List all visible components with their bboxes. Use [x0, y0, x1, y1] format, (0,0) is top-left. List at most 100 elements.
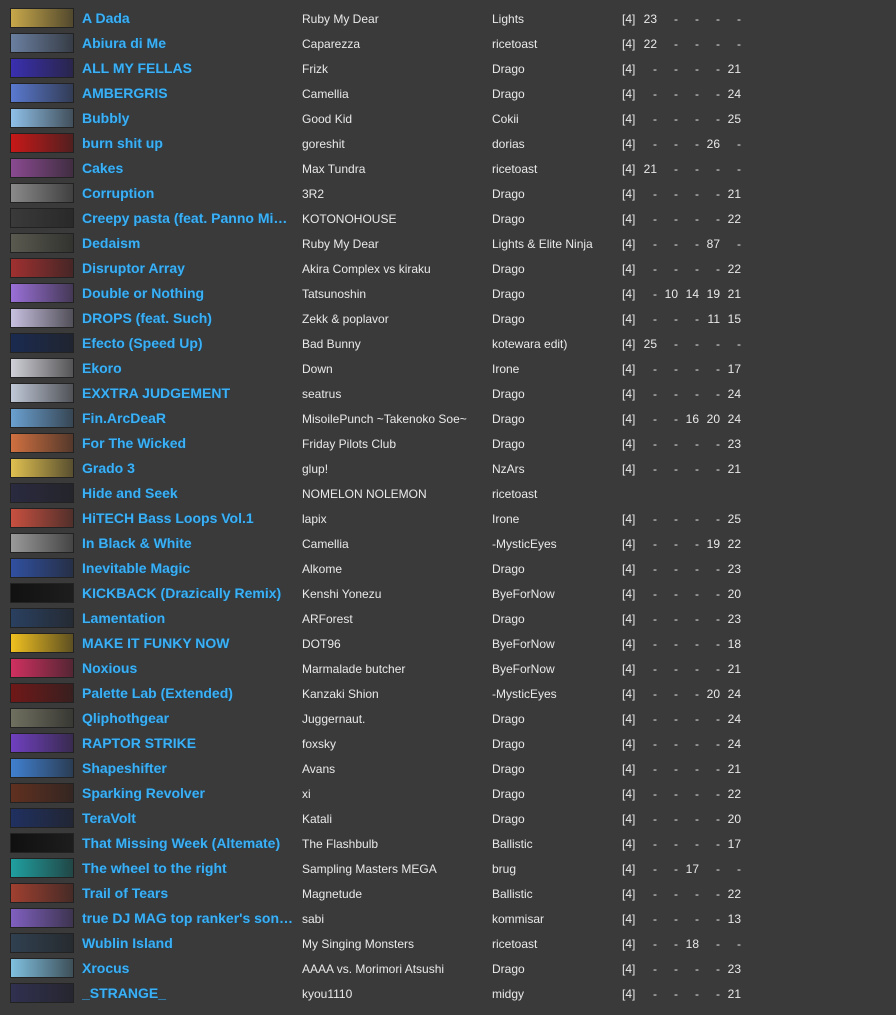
- song-row[interactable]: Dedaism Ruby My Dear Lights & Elite Ninj…: [0, 231, 896, 256]
- song-title-link[interactable]: Abiura di Me: [82, 35, 294, 51]
- song-title-link[interactable]: true DJ MAG top ranker's song Zenpen: [82, 910, 294, 926]
- song-row[interactable]: Sparking Revolver xi Drago [4] - - - - 2…: [0, 781, 896, 806]
- song-row[interactable]: Bubbly Good Kid Cokii [4] - - - - 25: [0, 106, 896, 131]
- song-row[interactable]: Corruption 3R2 Drago [4] - - - - 21: [0, 181, 896, 206]
- song-banner-image[interactable]: [10, 783, 74, 803]
- song-row[interactable]: Double or Nothing Tatsunoshin Drago [4] …: [0, 281, 896, 306]
- song-banner-image[interactable]: [10, 183, 74, 203]
- song-row[interactable]: RAPTOR STRIKE foxsky Drago [4] - - - - 2…: [0, 731, 896, 756]
- song-banner-image[interactable]: [10, 883, 74, 903]
- song-title-link[interactable]: In Black & White: [82, 535, 294, 551]
- song-row[interactable]: Disruptor Array Akira Complex vs kiraku …: [0, 256, 896, 281]
- song-row[interactable]: KICKBACK (Drazically Remix) Kenshi Yonez…: [0, 581, 896, 606]
- song-row[interactable]: Palette Lab (Extended) Kanzaki Shion -My…: [0, 681, 896, 706]
- song-banner-image[interactable]: [10, 608, 74, 628]
- song-banner-image[interactable]: [10, 383, 74, 403]
- song-title-link[interactable]: Wublin Island: [82, 935, 294, 951]
- song-banner-image[interactable]: [10, 133, 74, 153]
- song-row[interactable]: Inevitable Magic Alkome Drago [4] - - - …: [0, 556, 896, 581]
- song-row[interactable]: That Missing Week (Altemate) The Flashbu…: [0, 831, 896, 856]
- song-title-link[interactable]: Hide and Seek: [82, 485, 294, 501]
- song-row[interactable]: Fin.ArcDeaR MisoilePunch ~Takenoko Soe~ …: [0, 406, 896, 431]
- song-banner-image[interactable]: [10, 283, 74, 303]
- song-banner-image[interactable]: [10, 208, 74, 228]
- song-banner-image[interactable]: [10, 958, 74, 978]
- song-row[interactable]: Grado 3 glup! NzArs [4] - - - - 21: [0, 456, 896, 481]
- song-banner-image[interactable]: [10, 908, 74, 928]
- song-title-link[interactable]: EXXTRA JUDGEMENT: [82, 385, 294, 401]
- song-banner-image[interactable]: [10, 833, 74, 853]
- song-title-link[interactable]: HiTECH Bass Loops Vol.1: [82, 510, 294, 526]
- song-title-link[interactable]: Noxious: [82, 660, 294, 676]
- song-title-link[interactable]: The wheel to the right: [82, 860, 294, 876]
- song-banner-image[interactable]: [10, 258, 74, 278]
- song-title-link[interactable]: KICKBACK (Drazically Remix): [82, 585, 294, 601]
- song-title-link[interactable]: Bubbly: [82, 110, 294, 126]
- song-banner-image[interactable]: [10, 758, 74, 778]
- song-banner-image[interactable]: [10, 308, 74, 328]
- song-title-link[interactable]: Xrocus: [82, 960, 294, 976]
- song-banner-image[interactable]: [10, 583, 74, 603]
- song-row[interactable]: Creepy pasta (feat. Panno Mimi) KOTONOHO…: [0, 206, 896, 231]
- song-title-link[interactable]: Lamentation: [82, 610, 294, 626]
- song-title-link[interactable]: RAPTOR STRIKE: [82, 735, 294, 751]
- song-title-link[interactable]: Double or Nothing: [82, 285, 294, 301]
- song-row[interactable]: Ekoro Down Irone [4] - - - - 17: [0, 356, 896, 381]
- song-title-link[interactable]: Creepy pasta (feat. Panno Mimi): [82, 210, 294, 226]
- song-banner-image[interactable]: [10, 858, 74, 878]
- song-banner-image[interactable]: [10, 433, 74, 453]
- song-banner-image[interactable]: [10, 83, 74, 103]
- song-title-link[interactable]: Inevitable Magic: [82, 560, 294, 576]
- song-banner-image[interactable]: [10, 33, 74, 53]
- song-title-link[interactable]: Sparking Revolver: [82, 785, 294, 801]
- song-row[interactable]: Noxious Marmalade butcher ByeForNow [4] …: [0, 656, 896, 681]
- song-banner-image[interactable]: [10, 683, 74, 703]
- song-row[interactable]: Efecto (Speed Up) Bad Bunny kotewara edi…: [0, 331, 896, 356]
- song-row[interactable]: For The Wicked Friday Pilots Club Drago …: [0, 431, 896, 456]
- song-banner-image[interactable]: [10, 108, 74, 128]
- song-row[interactable]: Hide and Seek NOMELON NOLEMON ricetoast: [0, 481, 896, 506]
- song-title-link[interactable]: Grado 3: [82, 460, 294, 476]
- song-title-link[interactable]: burn shit up: [82, 135, 294, 151]
- song-title-link[interactable]: Qliphothgear: [82, 710, 294, 726]
- song-title-link[interactable]: DROPS (feat. Such): [82, 310, 294, 326]
- song-title-link[interactable]: TeraVolt: [82, 810, 294, 826]
- song-banner-image[interactable]: [10, 633, 74, 653]
- song-title-link[interactable]: Dedaism: [82, 235, 294, 251]
- song-row[interactable]: Trail of Tears Magnetude Ballistic [4] -…: [0, 881, 896, 906]
- song-title-link[interactable]: Corruption: [82, 185, 294, 201]
- song-banner-image[interactable]: [10, 508, 74, 528]
- song-title-link[interactable]: Cakes: [82, 160, 294, 176]
- song-title-link[interactable]: AMBERGRIS: [82, 85, 294, 101]
- song-banner-image[interactable]: [10, 533, 74, 553]
- song-banner-image[interactable]: [10, 733, 74, 753]
- song-row[interactable]: Lamentation ARForest Drago [4] - - - - 2…: [0, 606, 896, 631]
- song-row[interactable]: Qliphothgear Juggernaut. Drago [4] - - -…: [0, 706, 896, 731]
- song-row[interactable]: Xrocus AAAA vs. Morimori Atsushi Drago […: [0, 956, 896, 981]
- song-banner-image[interactable]: [10, 458, 74, 478]
- song-banner-image[interactable]: [10, 233, 74, 253]
- song-row[interactable]: true DJ MAG top ranker's song Zenpen sab…: [0, 906, 896, 931]
- song-title-link[interactable]: A Dada: [82, 10, 294, 26]
- song-row[interactable]: Abiura di Me Caparezza ricetoast [4] 22 …: [0, 31, 896, 56]
- song-banner-image[interactable]: [10, 408, 74, 428]
- song-row[interactable]: MAKE IT FUNKY NOW DOT96 ByeForNow [4] - …: [0, 631, 896, 656]
- song-row[interactable]: DROPS (feat. Such) Zekk & poplavor Drago…: [0, 306, 896, 331]
- song-title-link[interactable]: Efecto (Speed Up): [82, 335, 294, 351]
- song-banner-image[interactable]: [10, 483, 74, 503]
- song-title-link[interactable]: _STRANGE_: [82, 985, 294, 1001]
- song-title-link[interactable]: Shapeshifter: [82, 760, 294, 776]
- song-banner-image[interactable]: [10, 708, 74, 728]
- song-row[interactable]: AMBERGRIS Camellia Drago [4] - - - - 24: [0, 81, 896, 106]
- song-title-link[interactable]: Ekoro: [82, 360, 294, 376]
- song-banner-image[interactable]: [10, 558, 74, 578]
- song-row[interactable]: A Dada Ruby My Dear Lights [4] 23 - - - …: [0, 6, 896, 31]
- song-title-link[interactable]: Trail of Tears: [82, 885, 294, 901]
- song-row[interactable]: Shapeshifter Avans Drago [4] - - - - 21: [0, 756, 896, 781]
- song-banner-image[interactable]: [10, 983, 74, 1003]
- song-banner-image[interactable]: [10, 8, 74, 28]
- song-banner-image[interactable]: [10, 58, 74, 78]
- song-banner-image[interactable]: [10, 358, 74, 378]
- song-title-link[interactable]: MAKE IT FUNKY NOW: [82, 635, 294, 651]
- song-title-link[interactable]: ALL MY FELLAS: [82, 60, 294, 76]
